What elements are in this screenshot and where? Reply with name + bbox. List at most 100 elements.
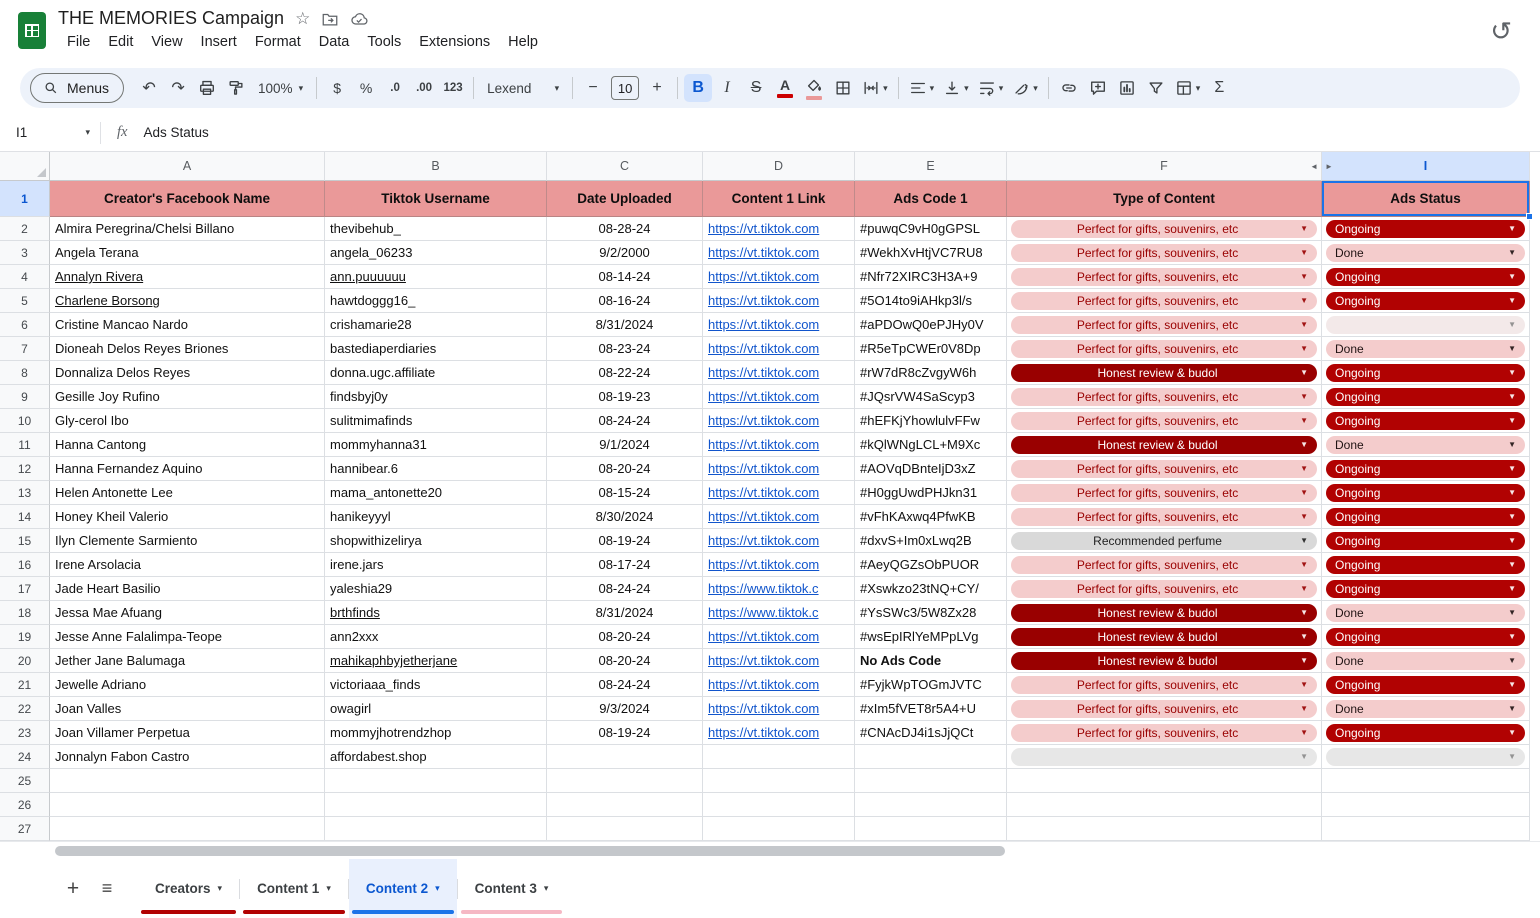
strikethrough-button[interactable]: S	[742, 74, 770, 102]
header-cell-2[interactable]: Tiktok Username	[325, 181, 547, 217]
cell-type-of-content[interactable]: Perfect for gifts, souvenirs, etc ▼	[1007, 721, 1322, 745]
cell-ads-status[interactable]: Done ▼	[1322, 601, 1530, 625]
all-sheets-button[interactable]: ≡	[90, 872, 124, 906]
cell-tiktok-username[interactable]: hanikeyyyl	[325, 505, 547, 529]
cell-tiktok-username[interactable]: crishamarie28	[325, 313, 547, 337]
cloud-status-icon[interactable]	[350, 10, 368, 28]
row-header-14[interactable]: 14	[0, 505, 50, 529]
vertical-align-button[interactable]: ▾	[939, 74, 973, 102]
cell-ads-status[interactable]: Done ▼	[1322, 433, 1530, 457]
cell-date-uploaded[interactable]: 08-19-24	[547, 721, 703, 745]
tiktok-link[interactable]: https://vt.tiktok.com	[708, 245, 819, 260]
cell-ads-code[interactable]	[855, 745, 1007, 769]
cell-tiktok-username[interactable]: mommyhanna31	[325, 433, 547, 457]
tiktok-link[interactable]: https://vt.tiktok.com	[708, 293, 819, 308]
empty-cell[interactable]	[1007, 793, 1322, 817]
cell-type-of-content[interactable]: Perfect for gifts, souvenirs, etc ▼	[1007, 577, 1322, 601]
cell-ads-status[interactable]: Ongoing ▼	[1322, 673, 1530, 697]
header-cell-3[interactable]: Date Uploaded	[547, 181, 703, 217]
column-header-E[interactable]: E	[855, 152, 1007, 181]
decrease-font-size-button[interactable]: −	[579, 74, 607, 102]
header-cell-5[interactable]: Ads Code 1	[855, 181, 1007, 217]
cell-date-uploaded[interactable]: 9/1/2024	[547, 433, 703, 457]
create-filter-button[interactable]	[1142, 74, 1170, 102]
menu-view[interactable]: View	[142, 32, 191, 52]
cell-tiktok-username[interactable]: hannibear.6	[325, 457, 547, 481]
print-button[interactable]	[193, 74, 221, 102]
cell-ads-code[interactable]: #JQsrVW4SaScyp3	[855, 385, 1007, 409]
fill-color-button[interactable]	[800, 74, 828, 102]
dropdown-chip[interactable]: Perfect for gifts, souvenirs, etc ▼	[1011, 483, 1317, 502]
cell-ads-status[interactable]: Ongoing ▼	[1322, 721, 1530, 745]
cell-creator-name[interactable]: Joan Villamer Perpetua	[50, 721, 325, 745]
cell-content-link[interactable]: https://vt.tiktok.com	[703, 673, 855, 697]
cell-ads-status[interactable]: Ongoing ▼	[1322, 529, 1530, 553]
cell-creator-name[interactable]: Gesille Joy Rufino	[50, 385, 325, 409]
formula-input[interactable]: Ads Status	[143, 125, 208, 140]
cell-content-link[interactable]: https://vt.tiktok.com	[703, 265, 855, 289]
cell-type-of-content[interactable]: Honest review & budol ▼	[1007, 601, 1322, 625]
dropdown-chip[interactable]: Recommended perfume ▼	[1011, 531, 1317, 550]
cell-date-uploaded[interactable]: 08-24-24	[547, 673, 703, 697]
row-header-24[interactable]: 24	[0, 745, 50, 769]
cell-content-link[interactable]: https://vt.tiktok.com	[703, 361, 855, 385]
cell-date-uploaded[interactable]: 08-20-24	[547, 649, 703, 673]
bold-button[interactable]: B	[684, 74, 713, 102]
empty-cell[interactable]	[547, 793, 703, 817]
dropdown-chip[interactable]: Honest review & budol ▼	[1011, 651, 1317, 670]
dropdown-chip[interactable]: Done ▼	[1326, 699, 1525, 718]
cell-type-of-content[interactable]: Perfect for gifts, souvenirs, etc ▼	[1007, 217, 1322, 241]
menu-help[interactable]: Help	[499, 32, 547, 52]
row-header-8[interactable]: 8	[0, 361, 50, 385]
cell-content-link[interactable]: https://vt.tiktok.com	[703, 553, 855, 577]
cell-creator-name[interactable]: Jewelle Adriano	[50, 673, 325, 697]
hidden-columns-expand-left-icon[interactable]: ◄	[1310, 162, 1318, 171]
cell-content-link[interactable]: https://vt.tiktok.com	[703, 385, 855, 409]
tiktok-link[interactable]: https://vt.tiktok.com	[708, 365, 819, 380]
column-header-F[interactable]: F ◄	[1007, 152, 1322, 181]
font-size-input[interactable]: 10	[611, 76, 640, 100]
cell-ads-code[interactable]: #hEFKjYhowlulvFFw	[855, 409, 1007, 433]
cell-date-uploaded[interactable]: 9/3/2024	[547, 697, 703, 721]
cell-ads-code[interactable]: #R5eTpCWEr0V8Dp	[855, 337, 1007, 361]
row-header-5[interactable]: 5	[0, 289, 50, 313]
tiktok-link[interactable]: https://vt.tiktok.com	[708, 533, 819, 548]
empty-cell[interactable]	[50, 793, 325, 817]
empty-cell[interactable]	[325, 769, 547, 793]
cell-ads-code[interactable]: #puwqC9vH0gGPSL	[855, 217, 1007, 241]
decrease-decimal-button[interactable]: .0	[381, 74, 409, 102]
cell-ads-status[interactable]: Ongoing ▼	[1322, 505, 1530, 529]
menu-tools[interactable]: Tools	[358, 32, 410, 52]
menu-data[interactable]: Data	[310, 32, 359, 52]
hidden-columns-expand-right-icon[interactable]: ►	[1325, 162, 1333, 171]
row-header-25[interactable]: 25	[0, 769, 50, 793]
cell-type-of-content[interactable]: Perfect for gifts, souvenirs, etc ▼	[1007, 457, 1322, 481]
format-percent-button[interactable]: %	[352, 74, 380, 102]
row-header-12[interactable]: 12	[0, 457, 50, 481]
merge-cells-button[interactable]: ▾	[858, 74, 892, 102]
dropdown-chip[interactable]: Perfect for gifts, souvenirs, etc ▼	[1011, 507, 1317, 526]
empty-cell[interactable]	[1007, 817, 1322, 841]
cell-tiktok-username[interactable]: angela_06233	[325, 241, 547, 265]
cell-ads-status[interactable]: Ongoing ▼	[1322, 457, 1530, 481]
cell-tiktok-username[interactable]: mahikaphbyjetherjane	[325, 649, 547, 673]
cell-content-link[interactable]: https://www.tiktok.c	[703, 601, 855, 625]
cell-date-uploaded[interactable]: 08-24-24	[547, 409, 703, 433]
cell-creator-name[interactable]: Hanna Fernandez Aquino	[50, 457, 325, 481]
sheet-tab-content-3[interactable]: Content 3 ▾	[458, 859, 566, 918]
cell-content-link[interactable]: https://vt.tiktok.com	[703, 457, 855, 481]
name-box[interactable]: I1 ▾	[0, 125, 100, 140]
dropdown-chip[interactable]: Done ▼	[1326, 603, 1525, 622]
cell-ads-code[interactable]: #vFhKAxwq4PfwKB	[855, 505, 1007, 529]
cell-date-uploaded[interactable]: 08-15-24	[547, 481, 703, 505]
dropdown-chip[interactable]: Ongoing ▼	[1326, 507, 1525, 526]
dropdown-chip[interactable]: Honest review & budol ▼	[1011, 435, 1317, 454]
dropdown-chip[interactable]: Ongoing ▼	[1326, 267, 1525, 286]
menus-button[interactable]: Menus	[30, 73, 125, 103]
menu-format[interactable]: Format	[246, 32, 310, 52]
cell-ads-code[interactable]: #aPDOwQ0ePJHy0V	[855, 313, 1007, 337]
cell-tiktok-username[interactable]: sulitmimafinds	[325, 409, 547, 433]
cell-tiktok-username[interactable]: thevibehub_	[325, 217, 547, 241]
cell-tiktok-username[interactable]: affordabest.shop	[325, 745, 547, 769]
dropdown-chip[interactable]: Perfect for gifts, souvenirs, etc ▼	[1011, 579, 1317, 598]
